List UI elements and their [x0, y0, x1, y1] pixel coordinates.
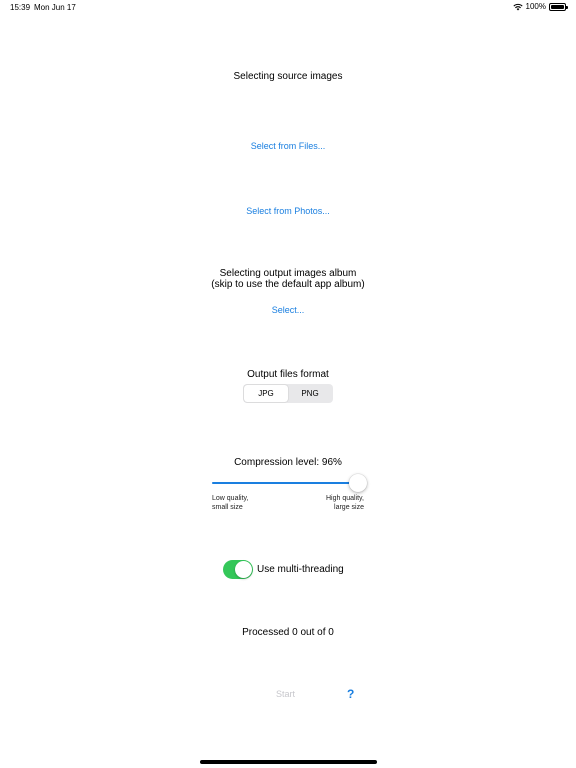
home-indicator — [200, 760, 377, 764]
status-time: 15:39 — [10, 3, 31, 12]
output-album-heading-line1: Selecting output images album — [219, 268, 357, 279]
slider-fill — [212, 482, 358, 484]
select-album-link[interactable]: Select... — [272, 305, 305, 315]
slider-max-label: High quality, large size — [326, 494, 364, 512]
compression-slider[interactable] — [212, 474, 367, 492]
status-bar: 15:39 Mon Jun 17 100% — [0, 0, 576, 16]
progress-text: Processed 0 out of 0 — [242, 627, 334, 638]
status-indicators: 100% — [512, 2, 568, 11]
multithreading-toggle[interactable] — [223, 560, 253, 579]
toggle-knob — [235, 561, 252, 578]
slider-max-label-line2: large size — [334, 504, 364, 511]
slider-min-label: Low quality, small size — [212, 494, 248, 512]
compression-label: Compression level: 96% — [234, 457, 342, 468]
output-album-heading-line2: (skip to use the default app album) — [211, 279, 365, 290]
select-from-photos-link[interactable]: Select from Photos... — [246, 206, 330, 216]
select-from-files-link[interactable]: Select from Files... — [251, 141, 326, 151]
slider-min-label-line2: small size — [212, 504, 243, 511]
source-heading: Selecting source images — [233, 71, 343, 82]
multithreading-row: Use multi-threading — [223, 560, 344, 579]
app-screen: 15:39 Mon Jun 17 100% Selecting source i… — [0, 0, 576, 768]
format-heading: Output files format — [247, 369, 329, 380]
format-option-png[interactable]: PNG — [288, 385, 332, 402]
help-button[interactable]: ? — [347, 687, 354, 701]
slider-max-label-line1: High quality, — [325, 495, 364, 502]
format-option-jpg[interactable]: JPG — [244, 385, 288, 402]
wifi-icon — [512, 3, 523, 11]
slider-min-label-line1: Low quality, — [212, 495, 249, 502]
battery-percent: 100% — [525, 2, 546, 11]
multithreading-label: Use multi-threading — [257, 564, 344, 575]
status-date: Mon Jun 17 — [34, 3, 76, 12]
format-segmented-control: JPG PNG — [243, 384, 333, 403]
battery-icon — [549, 2, 568, 11]
start-button[interactable]: Start — [276, 689, 295, 699]
output-album-heading: Selecting output images album (skip to u… — [0, 268, 576, 290]
slider-thumb[interactable] — [349, 474, 367, 492]
